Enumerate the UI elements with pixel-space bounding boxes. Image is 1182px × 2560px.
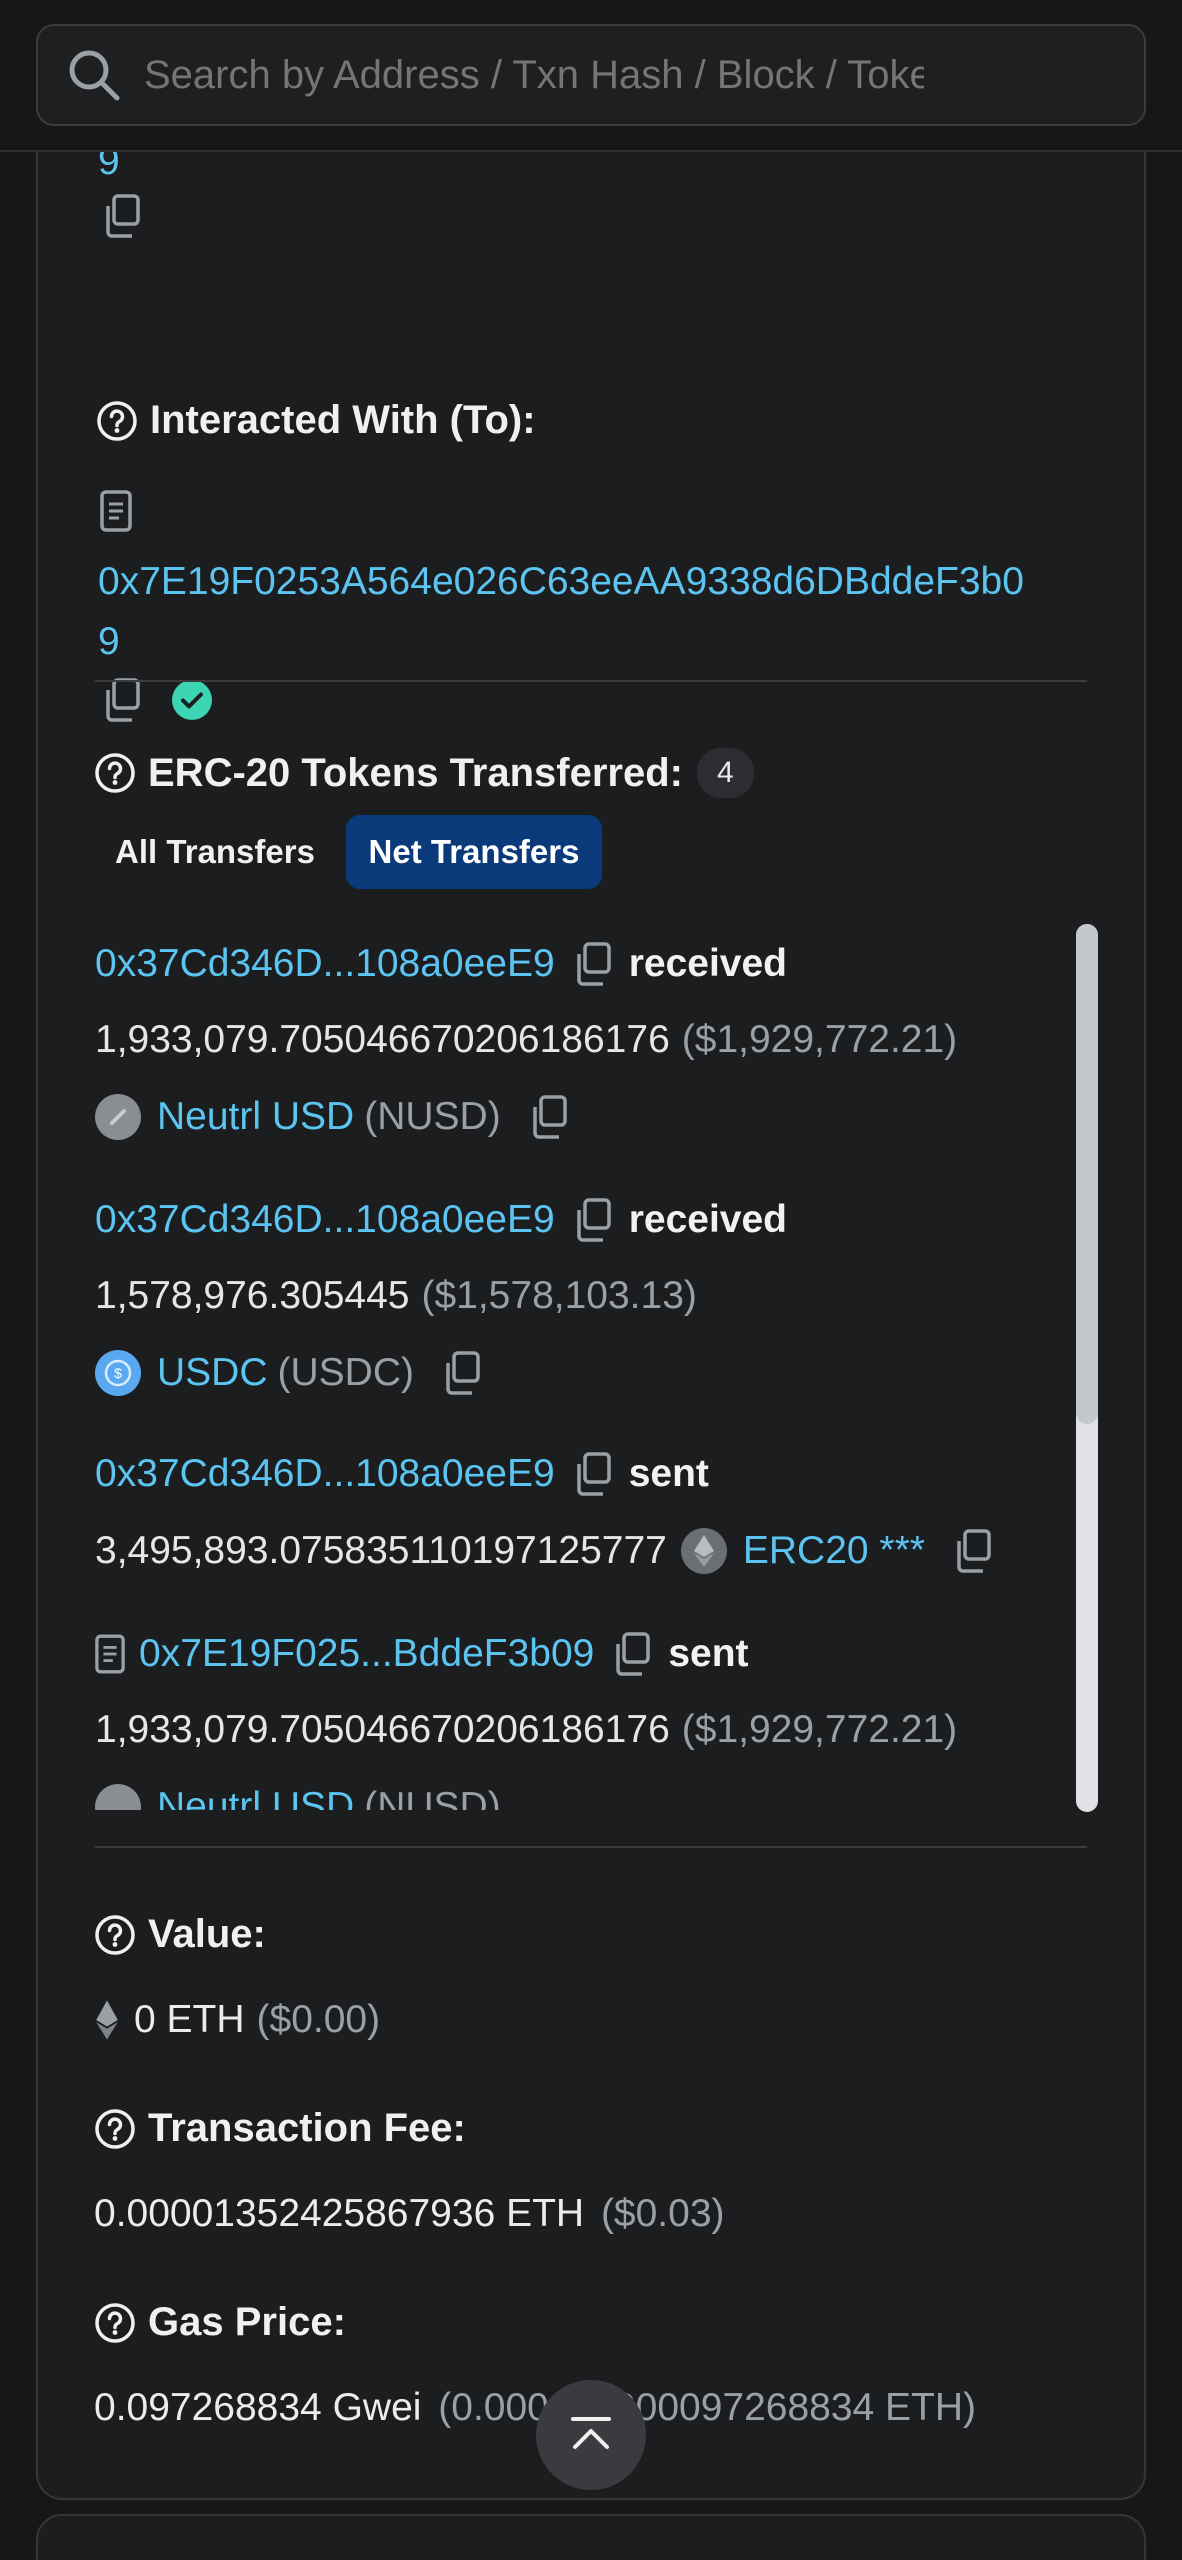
copy-icon[interactable] xyxy=(573,1452,613,1496)
transfers-list[interactable]: 0x37Cd346D...108a0eeE9 received 1,933,07… xyxy=(95,920,1085,1810)
transfer-item: 0x7E19F025...BddeF3b09 sent xyxy=(95,1632,749,1676)
copy-icon[interactable] xyxy=(573,942,613,986)
transfer-usd: ($1,929,772.21) xyxy=(681,1708,958,1751)
scroll-to-top-button[interactable] xyxy=(536,2380,646,2490)
transfer-amount-row: 1,578,976.305445 ($1,578,103.13) xyxy=(95,1274,697,1318)
divider xyxy=(95,1846,1087,1848)
copy-icon[interactable] xyxy=(612,1632,652,1676)
search-box[interactable] xyxy=(36,24,1146,126)
gas-label-text: Gas Price: xyxy=(148,2300,346,2344)
verified-check-icon xyxy=(170,678,214,727)
copy-icon[interactable] xyxy=(529,1095,569,1139)
interacted-address-line1[interactable]: 0x7E19F0253A564e026C63eeAA9338d6DBddeF3b… xyxy=(98,552,1024,612)
question-circle-icon[interactable] xyxy=(94,1914,148,1956)
tab-net-transfers[interactable]: Net Transfers xyxy=(346,815,602,889)
usdc-token-icon: $ xyxy=(95,1350,141,1396)
value-usd: ($0.00) xyxy=(256,1998,381,2041)
transfer-usd: ($1,929,772.21) xyxy=(681,1018,958,1061)
divider xyxy=(95,680,1087,682)
transfer-direction: received xyxy=(628,942,787,985)
fee-amount: 0.00001352425867936 ETH xyxy=(94,2192,585,2235)
transfer-direction: sent xyxy=(628,1452,709,1495)
contract-icon xyxy=(100,490,132,537)
token-symbol: (NUSD) xyxy=(364,1785,501,1810)
fee-usd: ($0.03) xyxy=(600,2192,725,2235)
gas-detail: (0.000000000097268834 ETH) xyxy=(438,2386,977,2429)
transfer-address-link[interactable]: 0x37Cd346D...108a0eeE9 xyxy=(95,1452,555,1496)
transfer-amount: 1,933,079.705046670206186176 xyxy=(95,1018,670,1061)
transfer-amount: 1,578,976.305445 xyxy=(95,1274,410,1317)
transfer-token-row: Neutrl USD (NUSD) xyxy=(95,1784,501,1810)
neutrl-usd-token-icon xyxy=(95,1784,141,1810)
contract-icon xyxy=(95,1634,125,1674)
transfer-usd: ($1,578,103.13) xyxy=(421,1274,697,1317)
transfer-amount-row: 3,495,893.075835110197125777 ERC20 *** xyxy=(95,1528,993,1574)
transfer-token-row: Neutrl USD (NUSD) xyxy=(95,1094,569,1140)
value-row: 0 ETH ($0.00) xyxy=(94,1998,380,2042)
copy-icon[interactable] xyxy=(573,1198,613,1242)
chevron-up-icon xyxy=(571,2417,611,2449)
transfer-address-link[interactable]: 0x37Cd346D...108a0eeE9 xyxy=(95,942,555,986)
interacted-with-label-text: Interacted With (To): xyxy=(150,398,536,442)
transfer-token-row: $ USDC (USDC) xyxy=(95,1350,482,1396)
search-icon xyxy=(69,50,120,101)
transfer-address-link[interactable]: 0x7E19F025...BddeF3b09 xyxy=(139,1632,594,1676)
token-name-link[interactable]: ERC20 *** xyxy=(743,1529,925,1573)
transfer-amount-row: 1,933,079.705046670206186176 ($1,929,772… xyxy=(95,1708,957,1752)
question-circle-icon[interactable] xyxy=(94,2108,148,2150)
transfer-amount: 1,933,079.705046670206186176 xyxy=(95,1708,670,1751)
copy-icon[interactable] xyxy=(102,678,142,727)
svg-text:$: $ xyxy=(114,1365,122,1381)
gas-amount: 0.097268834 Gwei xyxy=(94,2386,422,2429)
value-amount: 0 ETH xyxy=(134,1998,245,2041)
fee-row: 0.00001352425867936 ETH ($0.03) xyxy=(94,2192,725,2236)
interacted-address-line2[interactable]: 9 xyxy=(98,612,1024,672)
scrollbar-thumb[interactable] xyxy=(1076,924,1098,1424)
transfer-item: 0x37Cd346D...108a0eeE9 sent xyxy=(95,1452,709,1496)
token-symbol: (NUSD) xyxy=(364,1095,501,1138)
copy-icon[interactable] xyxy=(442,1351,482,1395)
transfer-direction: received xyxy=(628,1198,787,1241)
transfer-amount: 3,495,893.075835110197125777 xyxy=(95,1529,667,1572)
erc20-count-badge: 4 xyxy=(696,748,754,798)
erc20-label-text: ERC-20 Tokens Transferred: xyxy=(148,750,683,795)
token-name-link[interactable]: Neutrl USD xyxy=(157,1095,354,1139)
ethereum-icon xyxy=(94,1999,120,2041)
value-label: Value: xyxy=(94,1912,266,1957)
tab-all-transfers[interactable]: All Transfers xyxy=(96,815,334,889)
transfer-item: 0x37Cd346D...108a0eeE9 received xyxy=(95,942,787,986)
transfer-direction: sent xyxy=(668,1632,749,1675)
copy-icon[interactable] xyxy=(953,1529,993,1573)
neutrl-usd-token-icon xyxy=(95,1094,141,1140)
question-circle-icon[interactable] xyxy=(94,2302,148,2344)
token-name-link[interactable]: USDC xyxy=(157,1351,268,1395)
value-label-text: Value: xyxy=(148,1912,266,1956)
erc20-tokens-label: ERC-20 Tokens Transferred: 4 xyxy=(94,748,754,798)
copy-icon[interactable] xyxy=(102,194,142,243)
transfer-item: 0x37Cd346D...108a0eeE9 received xyxy=(95,1198,787,1242)
search-header xyxy=(0,0,1182,152)
fee-label-text: Transaction Fee: xyxy=(148,2106,466,2150)
token-name-link[interactable]: Neutrl USD xyxy=(157,1785,354,1810)
transfer-amount-row: 1,933,079.705046670206186176 ($1,929,772… xyxy=(95,1018,957,1062)
gas-price-label: Gas Price: xyxy=(94,2300,346,2345)
ethereum-token-icon xyxy=(680,1528,727,1574)
next-card xyxy=(36,2514,1146,2560)
transaction-fee-label: Transaction Fee: xyxy=(94,2106,466,2151)
token-symbol: (USDC) xyxy=(277,1351,414,1394)
question-circle-icon[interactable] xyxy=(94,752,148,794)
question-circle-icon[interactable] xyxy=(96,400,150,442)
transfer-address-link[interactable]: 0x37Cd346D...108a0eeE9 xyxy=(95,1198,555,1242)
search-input[interactable] xyxy=(144,52,924,98)
interacted-with-label: Interacted With (To): xyxy=(96,398,536,443)
gas-row: 0.097268834 Gwei (0.000000000097268834 E… xyxy=(94,2386,976,2430)
interacted-with-address[interactable]: 0x7E19F0253A564e026C63eeAA9338d6DBddeF3b… xyxy=(98,552,1024,672)
